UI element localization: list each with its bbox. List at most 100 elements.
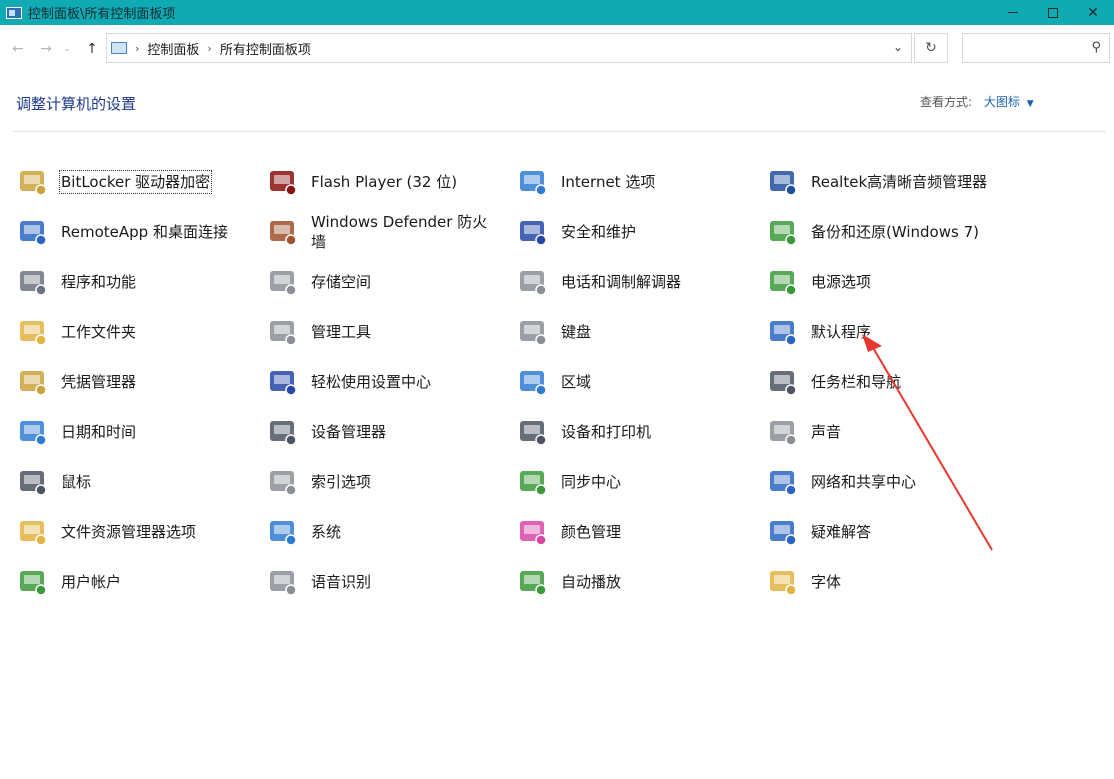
refresh-icon: ↻ [925, 40, 937, 56]
control-panel-item[interactable]: 键盘 [516, 307, 756, 357]
control-panel-item[interactable]: 系统 [266, 507, 506, 557]
control-panel-item[interactable]: Flash Player (32 位) [266, 157, 506, 207]
region-globe-icon [516, 365, 550, 399]
control-panel-item[interactable]: 网络和共享中心 [766, 457, 1006, 507]
refresh-button[interactable]: ↻ [914, 33, 948, 63]
control-panel-item[interactable]: 颜色管理 [516, 507, 756, 557]
control-panel-item[interactable]: 凭据管理器 [16, 357, 256, 407]
control-panel-item[interactable]: Realtek高清晰音频管理器 [766, 157, 1006, 207]
item-label: 自动播放 [561, 573, 622, 591]
control-panel-item[interactable]: 文件资源管理器选项 [16, 507, 256, 557]
item-label: RemoteApp 和桌面连接 [61, 223, 228, 241]
forward-button[interactable]: → [36, 39, 56, 59]
item-label: 用户帐户 [61, 573, 122, 591]
control-panel-item[interactable]: 声音 [766, 407, 1006, 457]
address-bar[interactable]: › 控制面板 › 所有控制面板项 ⌄ [106, 33, 912, 63]
window-title: 控制面板\所有控制面板项 [28, 7, 176, 22]
view-by-dropdown[interactable]: 大图标 [984, 95, 1020, 109]
address-dropdown-icon[interactable]: ⌄ [893, 40, 903, 54]
fonts-icon [766, 565, 800, 599]
breadcrumb-all-items[interactable]: 所有控制面板项 [220, 39, 311, 58]
close-button[interactable]: ✕ [1070, 0, 1114, 25]
item-label: 电源选项 [811, 273, 872, 291]
control-panel-item[interactable]: 设备和打印机 [516, 407, 756, 457]
control-panel-item[interactable]: 管理工具 [266, 307, 506, 357]
item-label: Realtek高清晰音频管理器 [811, 173, 988, 191]
close-icon: ✕ [1087, 4, 1099, 21]
keyboard-icon [516, 315, 550, 349]
control-panel-item[interactable]: Windows Defender 防火墙 [266, 207, 506, 257]
recent-locations-button[interactable]: ⌄ [60, 39, 74, 59]
work-folders-icon [16, 315, 50, 349]
control-panel-item[interactable]: 设备管理器 [266, 407, 506, 457]
control-panel-item[interactable]: 用户帐户 [16, 557, 256, 607]
control-panel-item[interactable]: 程序和功能 [16, 257, 256, 307]
microphone-icon [266, 565, 300, 599]
control-panel-item[interactable]: 疑难解答 [766, 507, 1006, 557]
back-button[interactable]: ← [8, 39, 28, 59]
credential-icon [16, 365, 50, 399]
breadcrumb-control-panel[interactable]: 控制面板 [147, 39, 199, 58]
item-label: 存储空间 [311, 273, 372, 291]
caret-down-icon[interactable]: ▼ [1027, 99, 1034, 109]
control-panel-item[interactable]: 任务栏和导航 [766, 357, 1006, 407]
phone-modem-icon [516, 265, 550, 299]
control-panel-item[interactable]: 同步中心 [516, 457, 756, 507]
item-label: 文件资源管理器选项 [61, 523, 197, 541]
control-panel-item[interactable]: 语音识别 [266, 557, 506, 607]
up-button[interactable]: ↑ [82, 39, 102, 59]
control-panel-item[interactable]: 默认程序 [766, 307, 1006, 357]
item-label: 轻松使用设置中心 [311, 373, 432, 391]
internet-globe-icon [516, 165, 550, 199]
firewall-icon [266, 215, 300, 249]
item-label: 管理工具 [311, 323, 372, 341]
control-panel-item[interactable]: 鼠标 [16, 457, 256, 507]
item-label: 同步中心 [561, 473, 622, 491]
autoplay-icon [516, 565, 550, 599]
search-box[interactable]: ⚲ [962, 33, 1110, 63]
chevron-right-icon: › [135, 41, 140, 55]
item-label: 工作文件夹 [61, 323, 137, 341]
network-sharing-icon [766, 465, 800, 499]
mouse-icon [16, 465, 50, 499]
forward-arrow-icon: → [40, 41, 52, 57]
control-panel-item[interactable]: 轻松使用设置中心 [266, 357, 506, 407]
item-label: 安全和维护 [561, 223, 637, 241]
item-label: 语音识别 [311, 573, 372, 591]
control-panel-item[interactable]: Internet 选项 [516, 157, 756, 207]
control-panel-item[interactable]: 电话和调制解调器 [516, 257, 756, 307]
item-label: 日期和时间 [61, 423, 137, 441]
ease-of-access-icon [266, 365, 300, 399]
back-arrow-icon: ← [12, 41, 24, 57]
control-panel-item[interactable]: 工作文件夹 [16, 307, 256, 357]
speaker-icon [766, 415, 800, 449]
control-panel-item[interactable]: 存储空间 [266, 257, 506, 307]
item-label: BitLocker 驱动器加密 [58, 170, 213, 194]
page-title: 调整计算机的设置 [16, 95, 137, 113]
bitlocker-key-icon [16, 165, 50, 199]
control-panel-item[interactable]: 自动播放 [516, 557, 756, 607]
item-label: Flash Player (32 位) [311, 173, 458, 191]
view-by: 查看方式: 大图标 ▼ [920, 93, 1034, 110]
item-label: 电话和调制解调器 [561, 273, 682, 291]
control-panel-item[interactable]: 电源选项 [766, 257, 1006, 307]
control-panel-item[interactable]: BitLocker 驱动器加密 [16, 157, 256, 207]
backup-icon [766, 215, 800, 249]
flash-player-icon [266, 165, 300, 199]
control-panel-item[interactable]: RemoteApp 和桌面连接 [16, 207, 256, 257]
troubleshooting-icon [766, 515, 800, 549]
control-panel-item[interactable]: 索引选项 [266, 457, 506, 507]
item-label: 键盘 [561, 323, 592, 341]
control-panel-item[interactable]: 区域 [516, 357, 756, 407]
control-panel-item[interactable]: 日期和时间 [16, 407, 256, 457]
control-panel-item[interactable]: 字体 [766, 557, 1006, 607]
control-panel-item[interactable]: 安全和维护 [516, 207, 756, 257]
control-panel-item[interactable]: 备份和还原(Windows 7) [766, 207, 1006, 257]
default-programs-icon [766, 315, 800, 349]
color-management-icon [516, 515, 550, 549]
item-label: 颜色管理 [561, 523, 622, 541]
system-monitor-icon [266, 515, 300, 549]
item-label: Windows Defender 防火墙 [311, 213, 488, 251]
remoteapp-icon [16, 215, 50, 249]
title-bar: 控制面板\所有控制面板项 ✕ [0, 0, 1114, 25]
